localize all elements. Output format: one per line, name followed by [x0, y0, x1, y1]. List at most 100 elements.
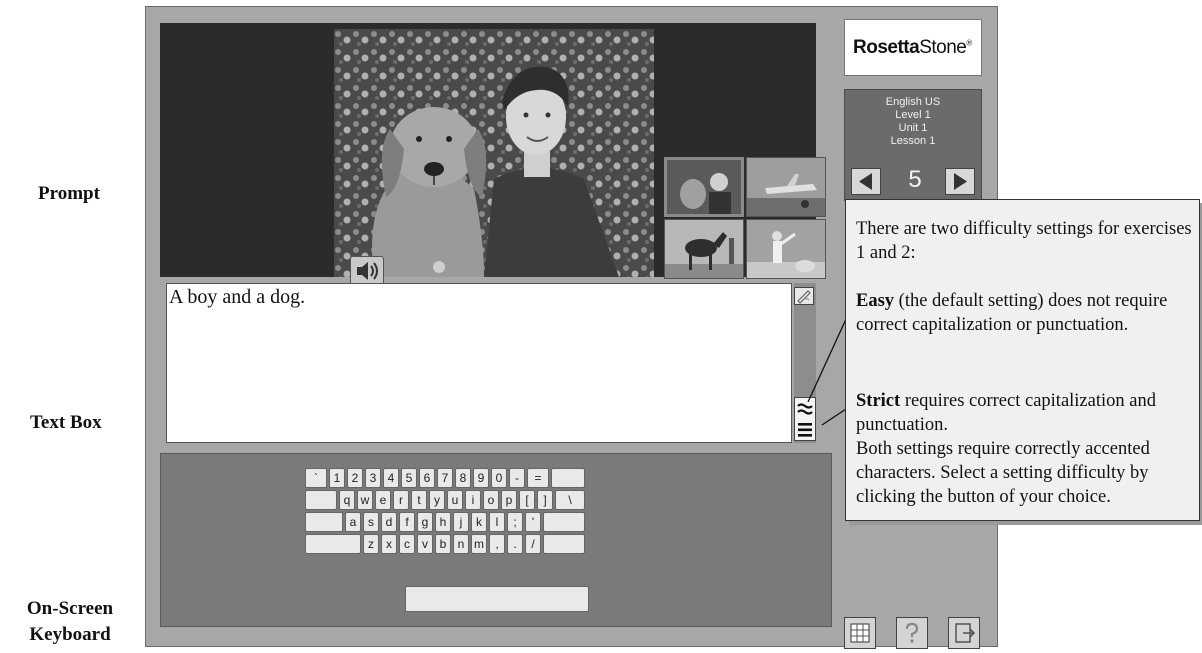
key[interactable]: b — [435, 534, 451, 554]
speaker-icon — [357, 262, 378, 280]
key-caps-lock[interactable] — [305, 512, 343, 532]
thumbnail-boy-and-dog[interactable] — [664, 157, 744, 217]
easy-setting-icon — [797, 403, 813, 415]
screen-number: 5 — [908, 166, 922, 193]
key[interactable]: [ — [519, 490, 535, 510]
lesson-level: Level 1 — [895, 109, 931, 121]
key[interactable]: i — [465, 490, 481, 510]
key[interactable]: , — [489, 534, 505, 554]
key[interactable]: 1 — [329, 468, 345, 488]
key[interactable]: o — [483, 490, 499, 510]
key[interactable]: = — [527, 468, 549, 488]
arrow-right-icon — [954, 173, 967, 190]
play-audio-button[interactable] — [350, 256, 384, 286]
question-icon — [905, 622, 919, 643]
label-prompt: Prompt — [38, 183, 100, 204]
lesson-navigator: English US Level 1 Unit 1 Lesson 1 5 — [844, 89, 982, 201]
key[interactable]: 8 — [455, 468, 471, 488]
rosetta-stone-logo: RosettaStone® — [844, 19, 982, 76]
key[interactable]: 3 — [365, 468, 381, 488]
key[interactable]: . — [507, 534, 523, 554]
key[interactable]: 2 — [347, 468, 363, 488]
key[interactable]: z — [363, 534, 379, 554]
key[interactable]: h — [435, 512, 451, 532]
key[interactable]: v — [417, 534, 433, 554]
key[interactable]: j — [453, 512, 469, 532]
answer-text-box[interactable]: A boy and a dog. — [166, 283, 792, 443]
key-space[interactable] — [405, 586, 589, 612]
thumbnail-woman-and-dog[interactable] — [746, 219, 826, 279]
callout-easy: Easy (the default setting) does not requ… — [856, 291, 1168, 335]
strict-setting-icon — [798, 423, 812, 437]
lesson-number: Lesson 1 — [890, 135, 936, 147]
key[interactable]: w — [357, 490, 373, 510]
key[interactable]: 9 — [473, 468, 489, 488]
label-keyboard-line2: Keyboard — [29, 624, 111, 645]
on-screen-keyboard-panel: ` 1 2 3 4 5 6 7 8 9 0 - = q w e r t y u … — [160, 453, 832, 627]
key-shift-right[interactable] — [543, 534, 585, 554]
key[interactable]: ` — [305, 468, 327, 488]
key[interactable]: 4 — [383, 468, 399, 488]
key[interactable]: g — [417, 512, 433, 532]
label-text-box: Text Box — [30, 412, 102, 433]
key[interactable]: n — [453, 534, 469, 554]
key[interactable]: 7 — [437, 468, 453, 488]
text-box-tool-rail — [794, 283, 816, 443]
key-tab[interactable] — [305, 490, 337, 510]
key[interactable]: 6 — [419, 468, 435, 488]
key[interactable]: y — [429, 490, 445, 510]
pencil-icon — [797, 290, 811, 304]
character-chart-button[interactable] — [844, 617, 876, 649]
key[interactable]: s — [363, 512, 379, 532]
thumbnail-horse[interactable] — [664, 219, 744, 279]
key[interactable]: e — [375, 490, 391, 510]
key[interactable]: c — [399, 534, 415, 554]
key[interactable]: q — [339, 490, 355, 510]
callout-strict: Strict requires correct capitalization a… — [856, 391, 1156, 435]
key[interactable]: f — [399, 512, 415, 532]
previous-screen-button[interactable] — [851, 168, 881, 195]
key[interactable]: l — [489, 512, 505, 532]
difficulty-settings-callout: There are two difficulty settings for ex… — [845, 199, 1200, 521]
key[interactable]: t — [411, 490, 427, 510]
key[interactable]: u — [447, 490, 463, 510]
help-button[interactable] — [896, 617, 928, 649]
key[interactable]: - — [509, 468, 525, 488]
strict-setting-button[interactable] — [795, 419, 815, 440]
exit-icon — [955, 623, 976, 643]
callout-intro: There are two difficulty settings for ex… — [856, 219, 1192, 263]
easy-setting-button[interactable] — [795, 398, 815, 419]
key[interactable]: p — [501, 490, 517, 510]
key[interactable]: k — [471, 512, 487, 532]
exit-button[interactable] — [948, 617, 980, 649]
key[interactable]: ; — [507, 512, 523, 532]
key-shift-left[interactable] — [305, 534, 361, 554]
logo-text: RosettaStone® — [853, 37, 972, 58]
label-keyboard-line1: On-Screen — [26, 598, 114, 619]
key[interactable]: ' — [525, 512, 541, 532]
lesson-unit: Unit 1 — [898, 122, 928, 134]
key[interactable]: x — [381, 534, 397, 554]
key[interactable]: m — [471, 534, 487, 554]
key[interactable]: \ — [555, 490, 585, 510]
key[interactable]: a — [345, 512, 361, 532]
key-backspace[interactable] — [551, 468, 585, 488]
prompt-panel — [160, 23, 826, 286]
key[interactable]: 0 — [491, 468, 507, 488]
key-enter[interactable] — [543, 512, 585, 532]
grid-icon — [850, 623, 870, 643]
edit-button[interactable] — [794, 287, 814, 305]
key[interactable]: r — [393, 490, 409, 510]
prompt-photo-boy-and-dog — [334, 29, 654, 277]
key[interactable]: / — [525, 534, 541, 554]
key[interactable]: d — [381, 512, 397, 532]
key[interactable]: ] — [537, 490, 553, 510]
next-screen-button[interactable] — [945, 168, 975, 195]
callout-outro: Both settings require correctly accented… — [856, 439, 1150, 507]
lesson-language: English US — [885, 96, 941, 108]
on-screen-keyboard: ` 1 2 3 4 5 6 7 8 9 0 - = q w e r t y u … — [303, 468, 689, 614]
key[interactable]: 5 — [401, 468, 417, 488]
thumbnail-airplane[interactable] — [746, 157, 826, 217]
answer-text: A boy and a dog. — [169, 286, 306, 308]
difficulty-setting-buttons — [794, 397, 816, 441]
